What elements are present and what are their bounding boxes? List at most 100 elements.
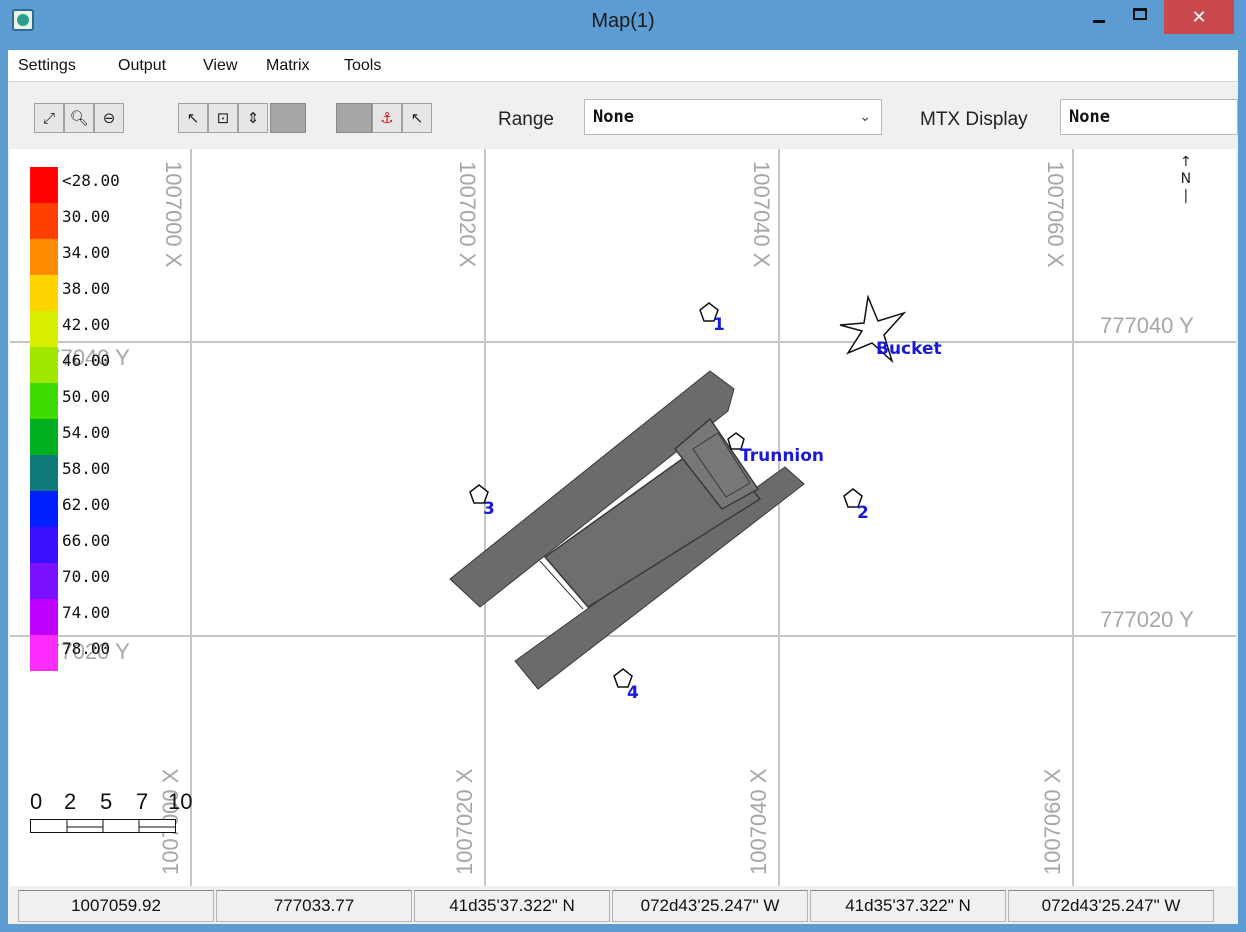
scale-label: 2 [64,789,77,814]
legend-label: 42.00 [62,315,111,334]
scale-label: 10 [168,789,193,814]
mtx-display-value: None [1069,107,1110,127]
point-label[interactable]: 2 [857,503,869,523]
legend-swatch [30,311,58,347]
map-canvas[interactable]: 1007000 X 1007020 X 1007040 X 1007060 X … [10,149,1236,886]
menu-bar: Settings Output View Matrix Tools [8,50,1238,82]
legend-row: 66.00 [30,527,170,563]
legend-label: <28.00 [62,171,120,190]
point-label[interactable]: Trunnion [740,446,824,466]
legend-row: 38.00 [30,275,170,311]
maximize-button[interactable] [1120,0,1160,36]
scale-label: 0 [30,789,43,814]
legend-swatch [30,491,58,527]
point-label[interactable]: 3 [483,499,495,519]
menu-matrix[interactable]: Matrix [266,57,310,75]
legend-row: 46.00 [30,347,170,383]
title-bar[interactable]: Map(1) ✕ [0,0,1246,50]
legend-row: 30.00 [30,203,170,239]
zoom-in-button[interactable]: 🔍︎ [64,103,94,133]
legend-row: <28.00 [30,167,170,203]
menu-output[interactable]: Output [118,57,166,75]
legend-swatch [30,419,58,455]
window-title: Map(1) [591,10,655,32]
range-select-value: None [593,107,634,127]
status-latitude: 41d35'37.322" N [414,890,610,922]
pointer-icon: ↖ [186,109,200,127]
star-marker-icon [839,295,907,364]
legend-row: 58.00 [30,455,170,491]
blank-tool-button-2[interactable] [336,103,372,133]
client-area: Settings Output View Matrix Tools ⤢ 🔍︎ ⊖… [8,50,1238,924]
legend-label: 46.00 [62,351,111,370]
legend-swatch [30,203,58,239]
north-arrow-icon: ↑ N | [1180,154,1192,204]
legend-swatch [30,383,58,419]
app-window: Map(1) ✕ Settings Output View Matrix Too… [0,0,1246,932]
legend-label: 38.00 [62,279,111,298]
status-longitude: 072d43'25.247" W [612,890,808,922]
legend-swatch [30,455,58,491]
legend-label: 58.00 [62,459,111,478]
zoom-pan-button[interactable]: ⇕ [238,103,268,133]
menu-settings[interactable]: Settings [18,57,76,75]
pointer-button[interactable]: ↖ [178,103,208,133]
zoom-window-button[interactable]: ⊡ [208,103,238,133]
legend-row: 50.00 [30,383,170,419]
legend-label: 78.00 [62,639,111,658]
legend-row: 54.00 [30,419,170,455]
zoom-window-icon: ⊡ [216,109,230,127]
legend-label: 34.00 [62,243,111,262]
legend-swatch [30,239,58,275]
mtx-display-label: MTX Display [920,109,1028,130]
close-button[interactable]: ✕ [1164,0,1234,34]
zoom-out-icon: ⊖ [102,109,116,127]
mtx-display-select[interactable]: None [1060,99,1238,135]
anchor-button[interactable]: ⚓ [372,103,402,133]
scale-bar-graphic [30,819,176,833]
zoom-extents-icon: ⤢ [42,109,55,127]
legend-swatch [30,635,58,671]
blank-tool-button-1[interactable] [270,103,306,133]
legend-row: 62.00 [30,491,170,527]
zoom-in-icon: 🔍︎ [69,109,89,127]
menu-view[interactable]: View [203,57,237,75]
zoom-extents-button[interactable]: ⤢ [34,103,64,133]
status-latitude-2: 41d35'37.322" N [810,890,1006,922]
legend-label: 74.00 [62,603,111,622]
legend-swatch [30,347,58,383]
status-x-coord: 1007059.92 [18,890,214,922]
legend-swatch [30,563,58,599]
legend-row: 34.00 [30,239,170,275]
legend-row: 78.00 [30,635,170,671]
legend-row: 74.00 [30,599,170,635]
range-label: Range [498,109,554,130]
legend-label: 30.00 [62,207,111,226]
toolbar: ⤢ 🔍︎ ⊖ ↖ ⊡ ⇕ ⚓ ↖ Range None ⌄ MTX Displa… [8,83,1238,149]
legend-label: 66.00 [62,531,111,550]
close-icon: ✕ [1191,7,1207,27]
scale-label: 7 [136,789,149,814]
chevron-down-icon: ⌄ [859,109,871,125]
status-longitude-2: 072d43'25.247" W [1008,890,1214,922]
query-pointer-button[interactable]: ↖ [402,103,432,133]
point-label[interactable]: Bucket [876,339,942,359]
legend-row: 42.00 [30,311,170,347]
legend-swatch [30,167,58,203]
maximize-icon [1133,8,1147,20]
menu-tools[interactable]: Tools [344,57,381,75]
legend-swatch [30,527,58,563]
zoom-pan-icon: ⇕ [246,109,260,127]
anchor-icon: ⚓ [380,109,394,127]
excavator-footprint [449,370,805,690]
minimize-button[interactable] [1080,0,1120,36]
legend-swatch [30,599,58,635]
legend-label: 54.00 [62,423,111,442]
legend-row: 70.00 [30,563,170,599]
zoom-out-button[interactable]: ⊖ [94,103,124,133]
status-bar: 1007059.92 777033.77 41d35'37.322" N 072… [8,888,1238,924]
range-select[interactable]: None ⌄ [584,99,882,135]
point-label[interactable]: 1 [713,315,725,335]
point-label[interactable]: 4 [627,683,639,703]
legend-label: 62.00 [62,495,111,514]
